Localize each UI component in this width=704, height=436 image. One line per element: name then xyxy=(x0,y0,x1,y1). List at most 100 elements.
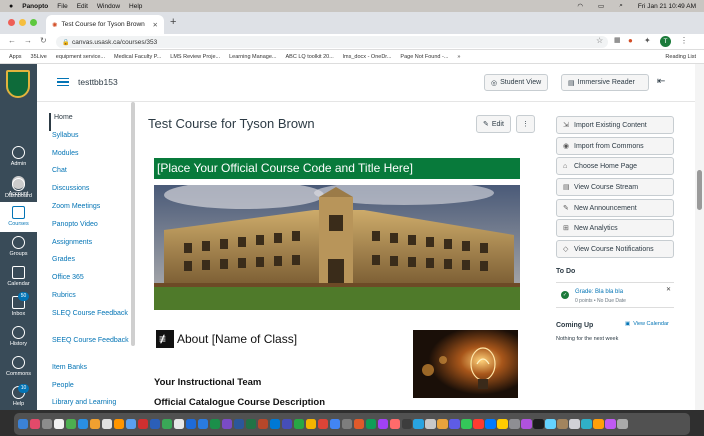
extension-canvas-icon[interactable]: ● xyxy=(628,36,633,45)
app-icon[interactable] xyxy=(545,418,556,430)
reload-icon[interactable]: ↻ xyxy=(40,36,47,45)
profile-avatar[interactable]: T xyxy=(660,36,671,47)
bookmark-star-icon[interactable]: ☆ xyxy=(596,36,603,45)
app-icon[interactable] xyxy=(413,418,424,430)
page-scrollbar-thumb[interactable] xyxy=(697,170,702,210)
global-nav-groups[interactable]: Groups xyxy=(0,236,37,257)
app-icon[interactable] xyxy=(125,418,137,430)
app-icon[interactable] xyxy=(53,418,65,430)
app-icon[interactable] xyxy=(65,418,77,430)
battery-icon[interactable]: ▭ xyxy=(598,2,604,10)
global-nav-dashboard[interactable]: Dashboard xyxy=(0,178,37,199)
course-nav-chat[interactable]: Chat xyxy=(52,166,132,184)
bookmark-equipment[interactable]: equipment service... xyxy=(56,54,105,60)
extensions-icon[interactable]: ▦ xyxy=(614,36,621,44)
app-icon[interactable] xyxy=(485,418,496,430)
view-course-stream-button[interactable]: ▤ View Course Stream xyxy=(556,178,674,196)
university-logo[interactable] xyxy=(6,70,30,98)
app-icon[interactable] xyxy=(581,418,592,430)
apple-icon[interactable]: ● xyxy=(9,3,13,10)
course-nav-seeq[interactable]: SEEQ Course Feedback xyxy=(52,336,132,363)
bookmark-abc[interactable]: ABC LQ toolkit 20... xyxy=(286,54,334,60)
app-icon[interactable] xyxy=(293,418,305,430)
app-icon[interactable] xyxy=(29,418,41,430)
app-icon[interactable] xyxy=(473,418,484,430)
edit-button[interactable]: ✎ Edit xyxy=(476,115,511,133)
bookmark-page-not-found[interactable]: Page Not Found -... xyxy=(400,54,448,60)
global-nav-courses[interactable]: Courses xyxy=(0,202,37,232)
dismiss-icon[interactable]: ✕ xyxy=(666,286,671,293)
import-from-commons-button[interactable]: ◉ Import from Commons xyxy=(556,137,674,155)
course-nav-rubrics[interactable]: Rubrics xyxy=(52,291,132,309)
app-icon[interactable] xyxy=(209,418,221,430)
app-icon[interactable] xyxy=(605,418,616,430)
page-scrollbar[interactable] xyxy=(695,64,704,410)
hamburger-menu-icon[interactable] xyxy=(57,78,69,86)
forward-icon[interactable]: → xyxy=(24,36,32,45)
course-nav-zoom[interactable]: Zoom Meetings xyxy=(52,202,132,220)
todo-item-link[interactable]: Grade: Bla bla bla xyxy=(575,289,623,295)
new-analytics-button[interactable]: ⊞ New Analytics xyxy=(556,219,674,237)
search-icon[interactable]: ⌕ xyxy=(619,2,623,10)
app-icon[interactable] xyxy=(509,418,520,430)
choose-home-page-button[interactable]: ⌂ Choose Home Page xyxy=(556,157,674,175)
menubar-window[interactable]: Window xyxy=(97,3,120,10)
menubar-clock[interactable]: Fri Jan 21 10:49 AM xyxy=(638,3,696,10)
course-nav-assignments[interactable]: Assignments xyxy=(52,238,132,256)
app-icon[interactable] xyxy=(233,418,245,430)
collapse-sidebar-icon[interactable]: ⇤ xyxy=(657,76,665,87)
app-icon[interactable] xyxy=(521,418,532,430)
bookmark-learning[interactable]: Learning Manage... xyxy=(229,54,276,60)
app-icon[interactable] xyxy=(317,418,328,430)
global-nav-commons[interactable]: Commons xyxy=(0,356,37,377)
course-nav-scrollbar[interactable] xyxy=(131,102,135,346)
app-icon[interactable] xyxy=(449,418,460,430)
app-icon[interactable] xyxy=(197,418,209,430)
app-icon[interactable] xyxy=(173,418,185,430)
bookmark-35live[interactable]: 35Live xyxy=(31,54,47,60)
course-nav-sleq[interactable]: SLEQ Course Feedback xyxy=(52,309,132,336)
tab-close-icon[interactable]: ✕ xyxy=(153,21,158,29)
app-icon[interactable] xyxy=(185,418,197,430)
app-icon[interactable] xyxy=(557,418,568,430)
url-input[interactable]: 🔒 canvas.usask.ca/courses/353 xyxy=(56,36,608,48)
back-icon[interactable]: ← xyxy=(8,36,16,45)
global-nav-history[interactable]: History xyxy=(0,326,37,347)
course-nav-modules[interactable]: Modules xyxy=(52,149,132,167)
app-icon[interactable] xyxy=(389,418,400,430)
bookmarks-overflow[interactable]: » xyxy=(457,54,460,60)
menubar-app-name[interactable]: Panopto xyxy=(22,3,48,10)
bookmark-lms-docx[interactable]: lms_docx - OneDr... xyxy=(343,54,392,60)
browser-menu-icon[interactable]: ⋮ xyxy=(680,36,688,45)
app-icon[interactable] xyxy=(161,418,173,430)
bookmark-apps[interactable]: Apps xyxy=(9,54,22,60)
global-nav-calendar[interactable]: Calendar xyxy=(0,266,37,287)
course-nav-people[interactable]: People xyxy=(52,381,132,399)
app-icon[interactable] xyxy=(437,418,448,430)
app-icon[interactable] xyxy=(101,418,113,430)
reading-list[interactable]: Reading List xyxy=(665,54,696,60)
app-icon[interactable] xyxy=(569,418,580,430)
app-icon[interactable] xyxy=(305,418,317,430)
app-icon[interactable] xyxy=(365,418,376,430)
app-icon[interactable] xyxy=(149,418,161,430)
menubar-help[interactable]: Help xyxy=(129,3,142,10)
app-icon[interactable] xyxy=(353,418,364,430)
app-icon[interactable] xyxy=(425,418,436,430)
app-icon[interactable] xyxy=(401,418,412,430)
puzzle-icon[interactable]: ✦ xyxy=(644,36,651,45)
maximize-window-icon[interactable] xyxy=(30,19,37,26)
app-icon[interactable] xyxy=(593,418,604,430)
app-icon[interactable] xyxy=(269,418,281,430)
minimize-window-icon[interactable] xyxy=(19,19,26,26)
app-icon[interactable] xyxy=(257,418,269,430)
app-icon[interactable] xyxy=(113,418,125,430)
course-nav-syllabus[interactable]: Syllabus xyxy=(52,131,132,149)
wifi-icon[interactable]: ◠ xyxy=(577,2,583,10)
menubar-file[interactable]: File xyxy=(57,3,67,10)
app-icon[interactable] xyxy=(533,418,544,430)
app-icon[interactable] xyxy=(41,418,53,430)
browser-tab[interactable]: ✺ Test Course for Tyson Brown ✕ xyxy=(46,15,164,34)
finder-icon[interactable] xyxy=(18,418,29,430)
breadcrumb[interactable]: testtbb153 xyxy=(78,77,118,87)
